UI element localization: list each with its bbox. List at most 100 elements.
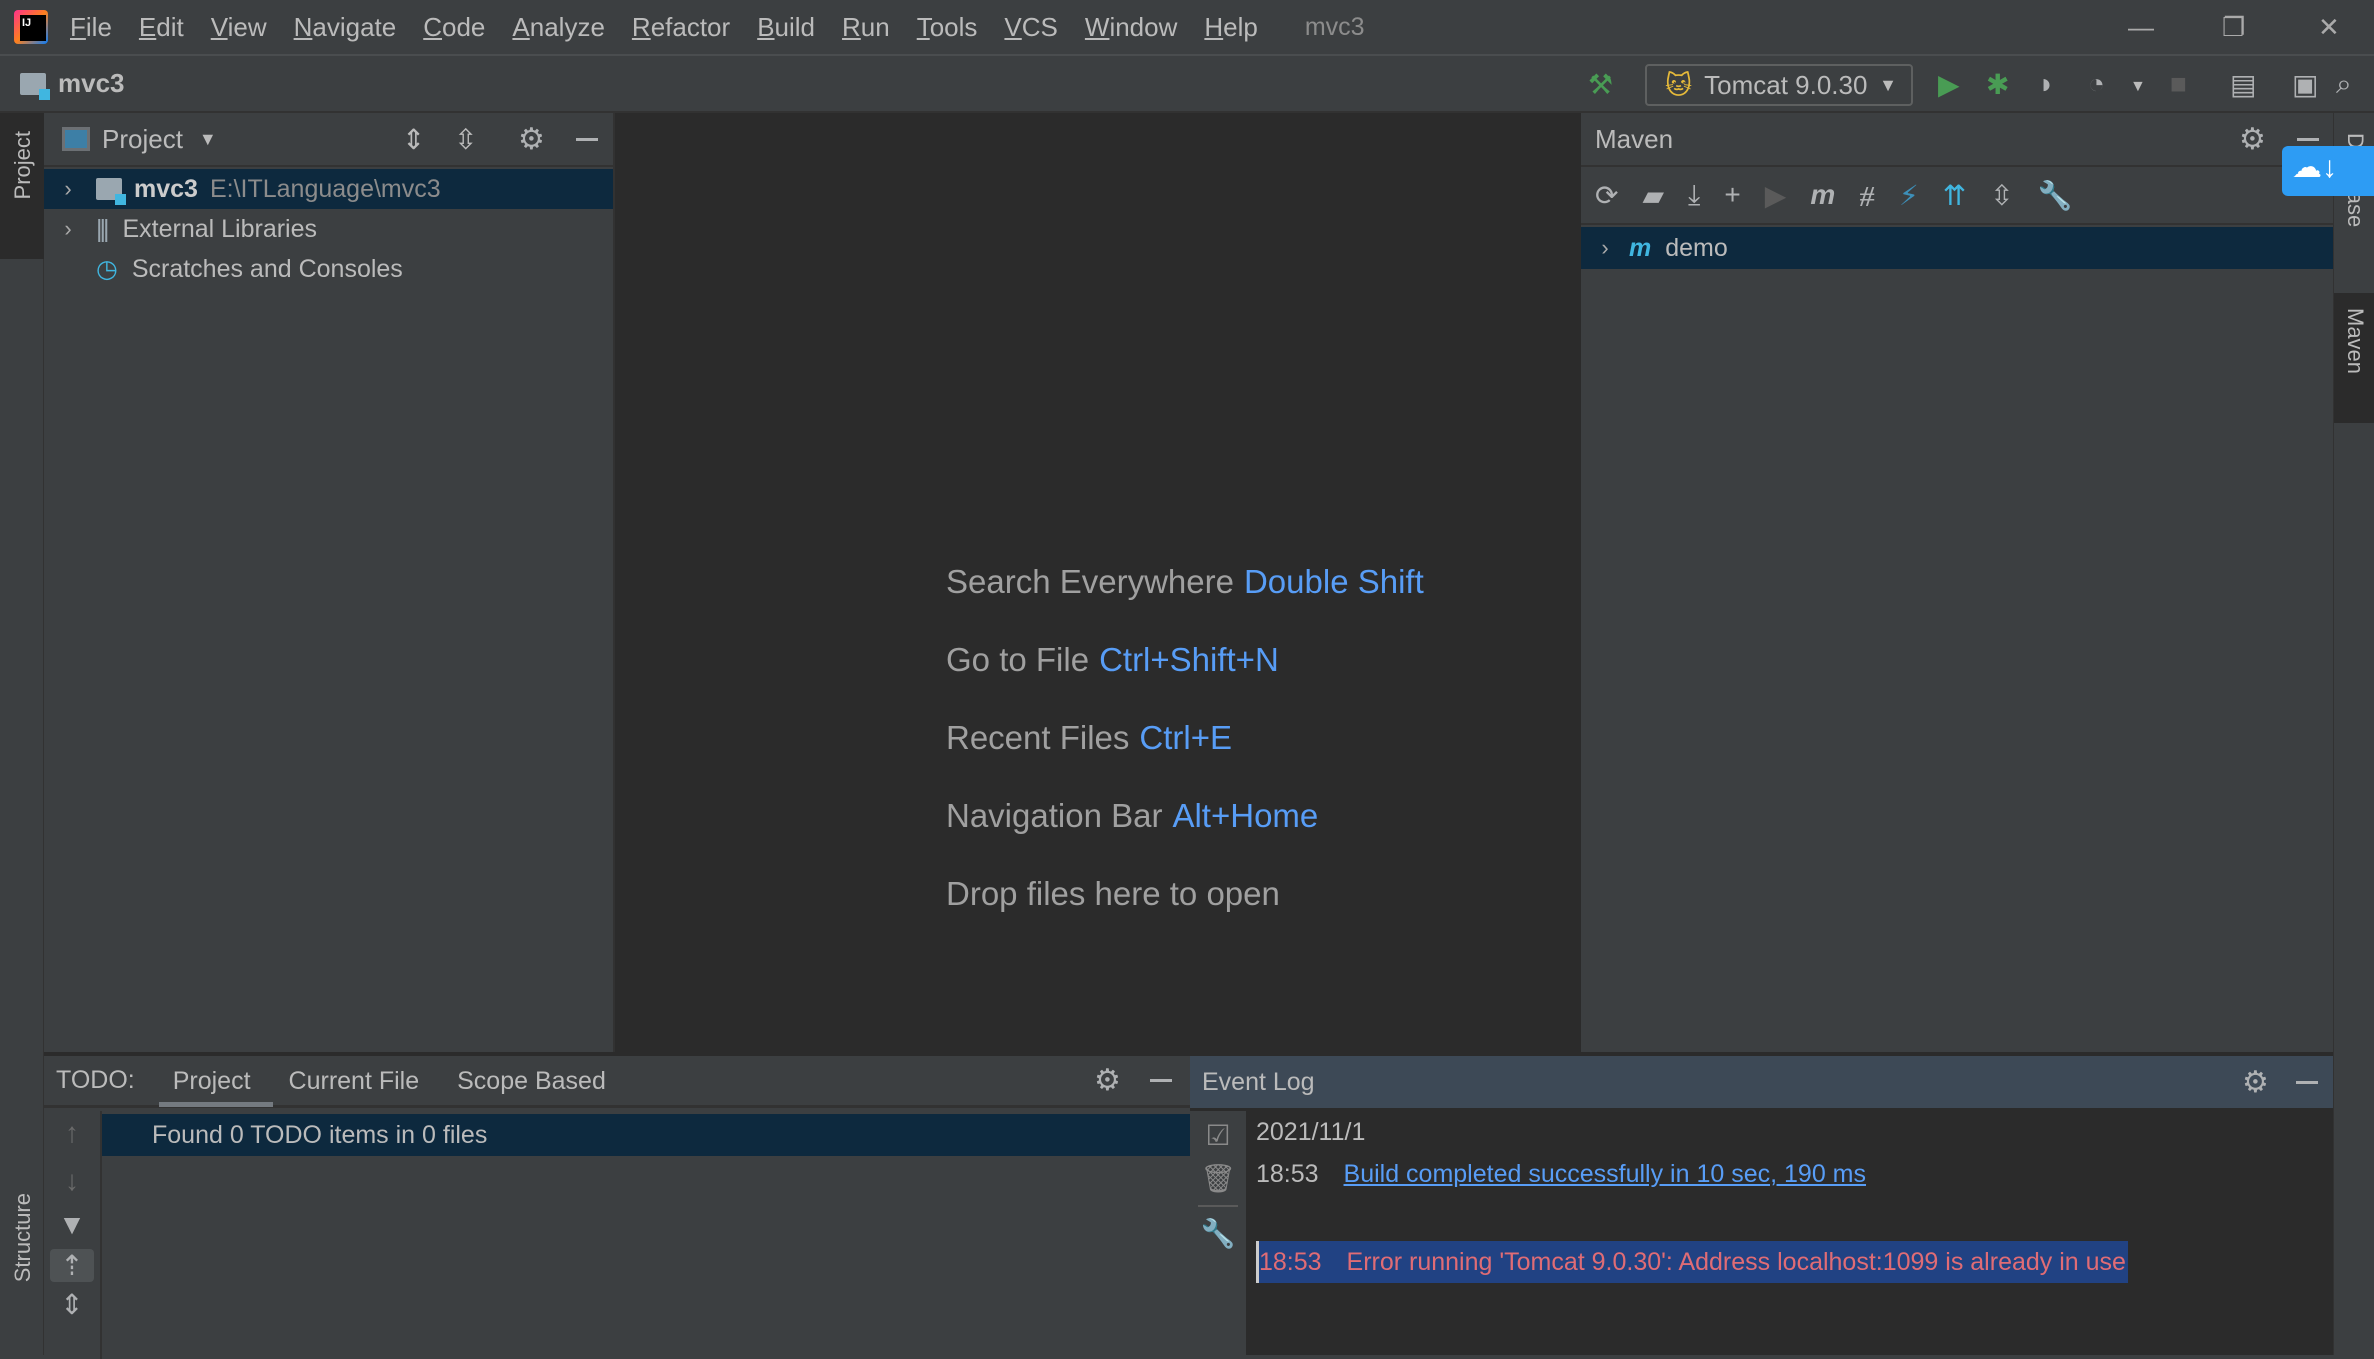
add-icon[interactable]: + <box>1724 179 1740 211</box>
wrench-icon[interactable]: 🔧 <box>1190 1217 1246 1250</box>
maven-panel: Maven ⚙ ⟳ ▰ ⤓ + ▶ m ⧣ ⚡ ⇈ ⇳ 🔧 › m demo <box>1581 113 2333 1052</box>
hide-icon[interactable] <box>1150 1079 1172 1082</box>
search-icon[interactable]: ⌕ <box>2336 68 2352 101</box>
hide-icon[interactable] <box>2297 137 2319 141</box>
download-icon[interactable]: ⤓ <box>1688 179 1700 212</box>
collapse-all-icon[interactable]: ⇳ <box>1990 179 2013 212</box>
autoscroll-icon[interactable]: ⇡ <box>50 1249 94 1282</box>
mark-read-icon[interactable]: ☑ <box>1190 1119 1246 1152</box>
profile-dropdown-icon[interactable]: ▼ <box>2130 78 2146 96</box>
maven-title: Maven <box>1595 123 1674 154</box>
wrench-icon[interactable]: 🔧 <box>2038 179 2073 212</box>
menu-navigate[interactable]: Navigate <box>294 12 397 43</box>
navigation-bar: mvc3 ⚒ 🐱 Tomcat 9.0.30 ▼ ▶ ✱ ◗ ◔ ▼ ■ ▤ ▣… <box>0 56 2374 113</box>
chevron-right-icon[interactable]: › <box>48 176 88 202</box>
project-structure-icon[interactable]: ▤ <box>2230 68 2256 101</box>
todo-label: TODO: <box>56 1066 135 1094</box>
terminal-icon[interactable]: ▣ <box>2292 68 2318 101</box>
filter-icon[interactable]: ▼ <box>44 1209 100 1241</box>
execute-goal-icon[interactable]: m <box>1810 179 1835 211</box>
maven-header: Maven ⚙ <box>1581 113 2333 167</box>
project-view-icon <box>62 127 90 151</box>
tab-maven[interactable]: Maven <box>2342 308 2368 374</box>
tree-item-label: External Libraries <box>122 214 318 243</box>
baidu-netdisk-float-icon[interactable]: ☁↓ <box>2282 146 2374 196</box>
window-title: mvc3 <box>1304 12 1365 41</box>
expand-all-icon[interactable]: ⇕ <box>44 1288 100 1321</box>
gear-icon[interactable]: ⚙ <box>2242 1065 2269 1100</box>
show-dependencies-icon[interactable]: ⇈ <box>1943 179 1966 212</box>
event-entry-error[interactable]: 18:53 Error running 'Tomcat 9.0.30': Add… <box>1256 1241 2128 1283</box>
skip-tests-icon[interactable]: ⧣ <box>1859 179 1875 212</box>
restore-icon[interactable]: ❐ <box>2222 12 2245 43</box>
gear-icon[interactable]: ⚙ <box>518 122 545 157</box>
todo-result-row[interactable]: Found 0 TODO items in 0 files <box>102 1114 1190 1156</box>
menu-window[interactable]: Window <box>1085 12 1177 43</box>
tab-todo-scope-based[interactable]: Scope Based <box>457 1055 606 1107</box>
breadcrumb-project[interactable]: mvc3 <box>58 68 125 99</box>
gear-icon[interactable]: ⚙ <box>2239 122 2266 157</box>
minimize-icon[interactable]: — <box>2128 12 2154 43</box>
hide-icon[interactable] <box>576 137 598 141</box>
tree-item-external-libraries[interactable]: › ||| External Libraries <box>44 209 613 249</box>
coverage-icon[interactable]: ◗ <box>2038 68 2055 100</box>
reload-icon[interactable]: ⟳ <box>1595 179 1618 212</box>
menu-tools[interactable]: Tools <box>917 12 978 43</box>
menu-view[interactable]: View <box>211 12 267 43</box>
tab-structure[interactable]: Structure <box>10 1193 36 1282</box>
collapse-all-icon[interactable]: ⇳ <box>454 123 477 156</box>
trash-icon[interactable]: 🗑 <box>1190 1162 1246 1195</box>
project-folder-icon <box>20 72 50 100</box>
right-tool-strip: Database ☁↓ Maven <box>2282 113 2374 1355</box>
menu-code[interactable]: Code <box>423 12 485 43</box>
event-entry: 18:53 Build completed successfully in 10… <box>1256 1160 1866 1189</box>
project-view-selector[interactable]: Project <box>102 124 183 155</box>
run-config-dropdown[interactable]: 🐱 Tomcat 9.0.30 ▼ <box>1645 64 1913 106</box>
hint-drop-files: Drop files here to open <box>946 875 1280 912</box>
chevron-right-icon[interactable]: › <box>1585 235 1625 261</box>
arrow-down-icon[interactable]: ↓ <box>44 1165 100 1197</box>
menu-run[interactable]: Run <box>842 12 890 43</box>
arrow-up-icon[interactable]: ↑ <box>44 1117 100 1149</box>
event-log-side-toolbar: ☑ 🗑 🔧 <box>1190 1111 1246 1359</box>
menu-analyze[interactable]: Analyze <box>512 12 605 43</box>
menu-build[interactable]: Build <box>757 12 815 43</box>
editor-empty-state: Search Everywhere Double Shift Go to File… <box>615 113 1581 1052</box>
stop-icon[interactable]: ■ <box>2170 68 2187 100</box>
menu-file[interactable]: File <box>70 12 112 43</box>
run-icon[interactable]: ▶ <box>1765 179 1787 212</box>
tree-item-label: Scratches and Consoles <box>131 254 403 283</box>
hide-icon[interactable] <box>2296 1080 2318 1084</box>
menu-vcs[interactable]: VCS <box>1004 12 1057 43</box>
tab-todo-project[interactable]: Project <box>158 1055 273 1107</box>
todo-header: TODO: Project Current File Scope Based ⚙ <box>44 1056 1190 1108</box>
tomcat-icon: 🐱 <box>1665 69 1693 100</box>
expand-all-icon[interactable]: ⇕ <box>402 123 425 156</box>
tree-item-mvc3[interactable]: › mvc3 E:\ITLanguage\mvc3 <box>44 169 613 209</box>
menu-help[interactable]: Help <box>1204 12 1257 43</box>
chevron-right-icon[interactable]: › <box>48 216 88 242</box>
todo-side-toolbar: ↑ ↓ ▼ ⇡ ⇕ <box>44 1111 102 1359</box>
project-panel-header: Project ▼ ⇕ ⇳ ⚙ <box>44 113 613 167</box>
offline-mode-icon[interactable]: ⚡ <box>1899 179 1919 212</box>
generate-sources-icon[interactable]: ▰ <box>1642 179 1664 212</box>
chevron-down-icon[interactable]: ▼ <box>199 129 217 150</box>
module-folder-icon <box>96 178 126 205</box>
build-success-link[interactable]: Build completed successfully in 10 sec, … <box>1344 1160 1866 1188</box>
profile-icon[interactable]: ◔ <box>2088 68 2105 100</box>
run-icon[interactable]: ▶ <box>1938 68 1960 101</box>
gear-icon[interactable]: ⚙ <box>1094 1063 1121 1098</box>
maven-project-demo[interactable]: › m demo <box>1581 227 2333 269</box>
scratches-icon: ◷ <box>96 255 118 283</box>
close-icon[interactable]: ✕ <box>2318 12 2340 43</box>
tree-item-label: mvc3 <box>134 174 198 203</box>
menu-edit[interactable]: Edit <box>139 12 184 43</box>
build-hammer-icon[interactable]: ⚒ <box>1588 68 1613 101</box>
menu-refactor[interactable]: Refactor <box>632 12 730 43</box>
event-date: 2021/11/1 <box>1256 1118 1366 1146</box>
tree-item-scratches[interactable]: ◷ Scratches and Consoles <box>44 249 613 289</box>
tab-project[interactable]: Project <box>10 131 36 199</box>
libraries-icon: ||| <box>96 214 110 243</box>
debug-icon[interactable]: ✱ <box>1986 68 2009 101</box>
tab-todo-current-file[interactable]: Current File <box>289 1055 420 1107</box>
